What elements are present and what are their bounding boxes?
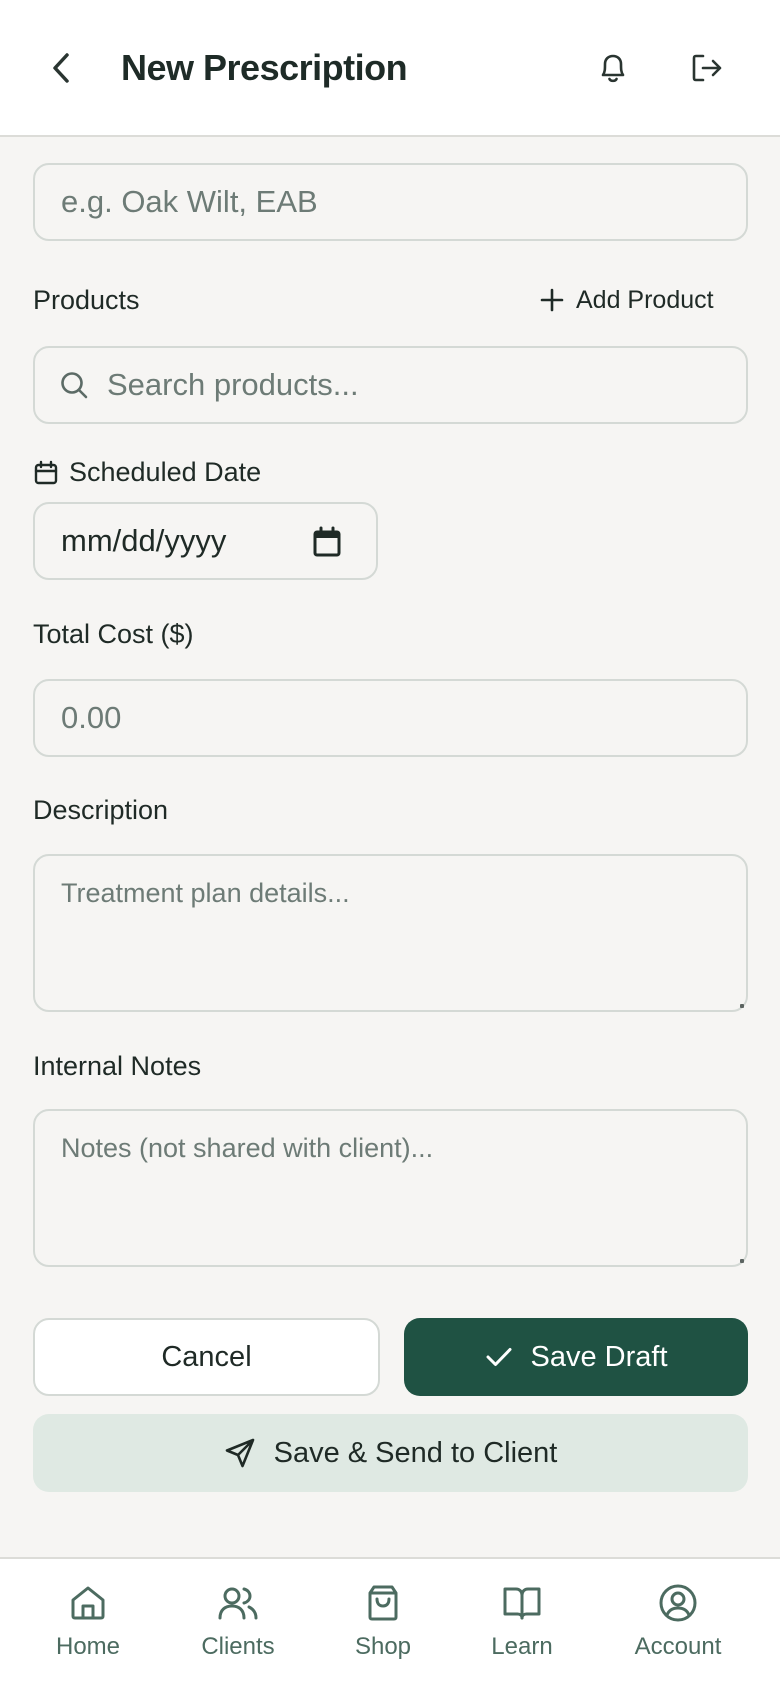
description-label: Description — [33, 795, 169, 825]
nav-label-account: Account — [634, 1633, 722, 1660]
nav-item-account[interactable]: Account — [613, 1583, 743, 1673]
book-icon — [503, 1587, 541, 1620]
bell-icon — [601, 54, 625, 83]
internal-notes-label: Internal Notes — [33, 1051, 202, 1081]
prescription-form: e.g. Oak Wilt, EAB Products Add Product … — [0, 139, 780, 1557]
users-icon — [218, 1587, 258, 1620]
plus-icon — [540, 288, 564, 312]
nav-label-learn: Learn — [491, 1633, 553, 1660]
save-draft-label: Save Draft — [530, 1340, 668, 1373]
save-and-send-button[interactable]: Save & Send to Client — [33, 1414, 748, 1492]
resize-handle[interactable] — [740, 1259, 744, 1263]
total-cost-label: Total Cost ($) — [33, 619, 194, 649]
nav-label-clients: Clients — [201, 1633, 275, 1660]
nav-item-shop[interactable]: Shop — [318, 1583, 448, 1673]
internal-notes-textarea[interactable]: Notes (not shared with client)... — [33, 1109, 748, 1267]
scheduled-date-label: Scheduled Date — [69, 457, 262, 487]
product-search-input[interactable]: Search products... — [33, 346, 748, 424]
save-draft-button[interactable]: Save Draft — [404, 1318, 748, 1396]
cancel-button[interactable]: Cancel — [33, 1318, 380, 1396]
resize-handle[interactable] — [740, 1004, 744, 1008]
logout-button[interactable] — [684, 44, 730, 92]
product-search-placeholder: Search products... — [107, 367, 359, 402]
add-product-label: Add Product — [576, 285, 714, 314]
nav-item-learn[interactable]: Learn — [457, 1583, 587, 1673]
scheduled-date-input[interactable]: mm/dd/yyyy — [33, 502, 378, 580]
app-header: New Prescription — [0, 0, 780, 137]
shopping-bag-icon — [368, 1585, 398, 1621]
home-icon — [71, 1586, 105, 1620]
nav-label-shop: Shop — [354, 1633, 412, 1660]
search-icon — [61, 372, 88, 399]
nav-item-home[interactable]: Home — [23, 1583, 153, 1673]
internal-notes-placeholder: Notes (not shared with client)... — [61, 1133, 434, 1163]
back-button[interactable] — [40, 44, 82, 92]
date-picker-icon[interactable] — [312, 526, 342, 558]
description-textarea[interactable]: Treatment plan details... — [33, 854, 748, 1012]
page-title: New Prescription — [121, 47, 408, 88]
nav-item-clients[interactable]: Clients — [173, 1583, 303, 1673]
cancel-label: Cancel — [161, 1340, 252, 1373]
issue-input-placeholder: e.g. Oak Wilt, EAB — [61, 184, 318, 219]
user-circle-icon — [659, 1584, 697, 1622]
description-placeholder: Treatment plan details... — [61, 878, 350, 908]
products-label: Products — [33, 285, 140, 315]
check-icon — [486, 1348, 511, 1366]
issue-input[interactable]: e.g. Oak Wilt, EAB — [33, 163, 748, 241]
total-cost-input[interactable]: 0.00 — [33, 679, 748, 757]
scheduled-date-label-row: Scheduled Date — [33, 457, 261, 488]
calendar-icon — [34, 460, 58, 484]
total-cost-placeholder: 0.00 — [61, 700, 122, 735]
notifications-button[interactable] — [590, 44, 636, 92]
scheduled-date-value: mm/dd/yyyy — [61, 523, 227, 558]
bottom-nav: Home Clients Shop Learn Account — [0, 1557, 780, 1688]
add-product-button[interactable]: Add Product — [540, 279, 714, 321]
send-icon — [225, 1438, 254, 1468]
chevron-left-icon — [53, 53, 69, 83]
nav-label-home: Home — [55, 1633, 121, 1660]
save-and-send-label: Save & Send to Client — [273, 1436, 558, 1469]
logout-icon — [692, 54, 722, 82]
